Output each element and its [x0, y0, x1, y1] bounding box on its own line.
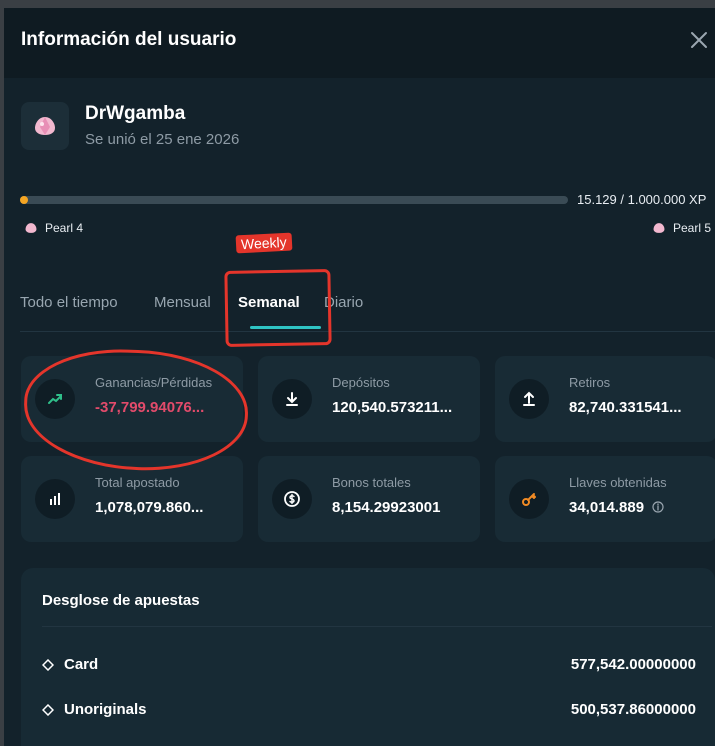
breakdown-row-value: 500,537.86000000 — [570, 701, 696, 718]
period-tabs: Todo el tiempo Mensual Semanal Diario — [20, 288, 715, 332]
stat-icon-wrap — [509, 379, 549, 419]
current-level: Pearl 4 — [24, 221, 83, 235]
close-icon — [691, 32, 707, 48]
annotation-box — [224, 269, 332, 347]
next-level: Pearl 5 — [652, 221, 711, 235]
pearl-icon — [653, 223, 665, 233]
xp-progress-text: 15.129 / 1.000.000 XP — [577, 192, 707, 207]
key-icon — [522, 493, 536, 506]
stat-icon-wrap — [272, 479, 312, 519]
modal-header: Información del usuario — [4, 8, 715, 78]
stat-icon-wrap — [509, 479, 549, 519]
tab-monthly[interactable]: Mensual — [154, 294, 211, 311]
stat-card-deposits: Depósitos 120,540.573211... — [258, 356, 480, 442]
stat-value: 8,154.29923001 — [332, 499, 441, 516]
modal-title: Información del usuario — [21, 29, 237, 50]
stat-label: Total apostado — [95, 475, 180, 490]
stat-value: 34,014.889 — [569, 499, 664, 516]
breakdown-title: Desglose de apuestas — [42, 592, 200, 609]
upload-icon — [523, 391, 535, 406]
close-button[interactable] — [687, 28, 711, 52]
breakdown-row: Unoriginals 500,537.86000000 — [42, 701, 696, 725]
username: DrWgamba — [85, 103, 186, 124]
pearl-icon — [25, 223, 37, 233]
stat-icon-wrap — [35, 479, 75, 519]
join-date: Se unió el 25 ene 2026 — [85, 131, 240, 148]
breakdown-row-name: Card — [42, 656, 98, 673]
stat-label: Llaves obtenidas — [569, 475, 667, 490]
diamond-icon — [42, 658, 54, 671]
stat-label: Retiros — [569, 375, 611, 390]
download-icon — [286, 392, 298, 406]
stat-value: 82,740.331541... — [569, 399, 682, 416]
next-level-label: Pearl 5 — [673, 221, 712, 235]
bar-chart-icon — [50, 493, 60, 505]
tab-all-time[interactable]: Todo el tiempo — [20, 294, 118, 311]
divider — [42, 626, 712, 627]
annotation-label: Weekly — [235, 232, 293, 254]
avatar — [21, 102, 69, 150]
diamond-icon — [42, 703, 54, 716]
coin-icon — [284, 491, 300, 507]
info-icon[interactable] — [652, 501, 664, 513]
breakdown-row-value: 577,542.00000000 — [570, 656, 696, 673]
xp-progress-bar — [20, 196, 568, 204]
breakdown-row-name: Unoriginals — [42, 701, 147, 718]
stat-label: Bonos totales — [332, 475, 411, 490]
stat-value-text: 34,014.889 — [569, 499, 645, 516]
breakdown-row-label: Unoriginals — [64, 701, 147, 718]
stat-icon-wrap — [272, 379, 312, 419]
pearl-icon — [35, 117, 55, 135]
bet-breakdown-panel: Desglose de apuestas Card 577,542.000000… — [21, 568, 715, 746]
stat-card-total-bonuses: Bonos totales 8,154.29923001 — [258, 456, 480, 542]
stat-label: Depósitos — [332, 375, 390, 390]
stat-value: 120,540.573211... — [332, 399, 453, 416]
current-level-label: Pearl 4 — [45, 221, 84, 235]
breakdown-row-label: Card — [64, 656, 99, 673]
stat-card-keys-obtained: Llaves obtenidas 34,014.889 — [495, 456, 715, 542]
stat-value: 1,078,079.860... — [95, 499, 204, 516]
user-info-modal: Información del usuario DrWgamba Se unió… — [4, 8, 715, 746]
breakdown-row: Card 577,542.00000000 — [42, 656, 696, 680]
stat-card-withdrawals: Retiros 82,740.331541... — [495, 356, 715, 442]
xp-progress-fill — [20, 196, 29, 204]
